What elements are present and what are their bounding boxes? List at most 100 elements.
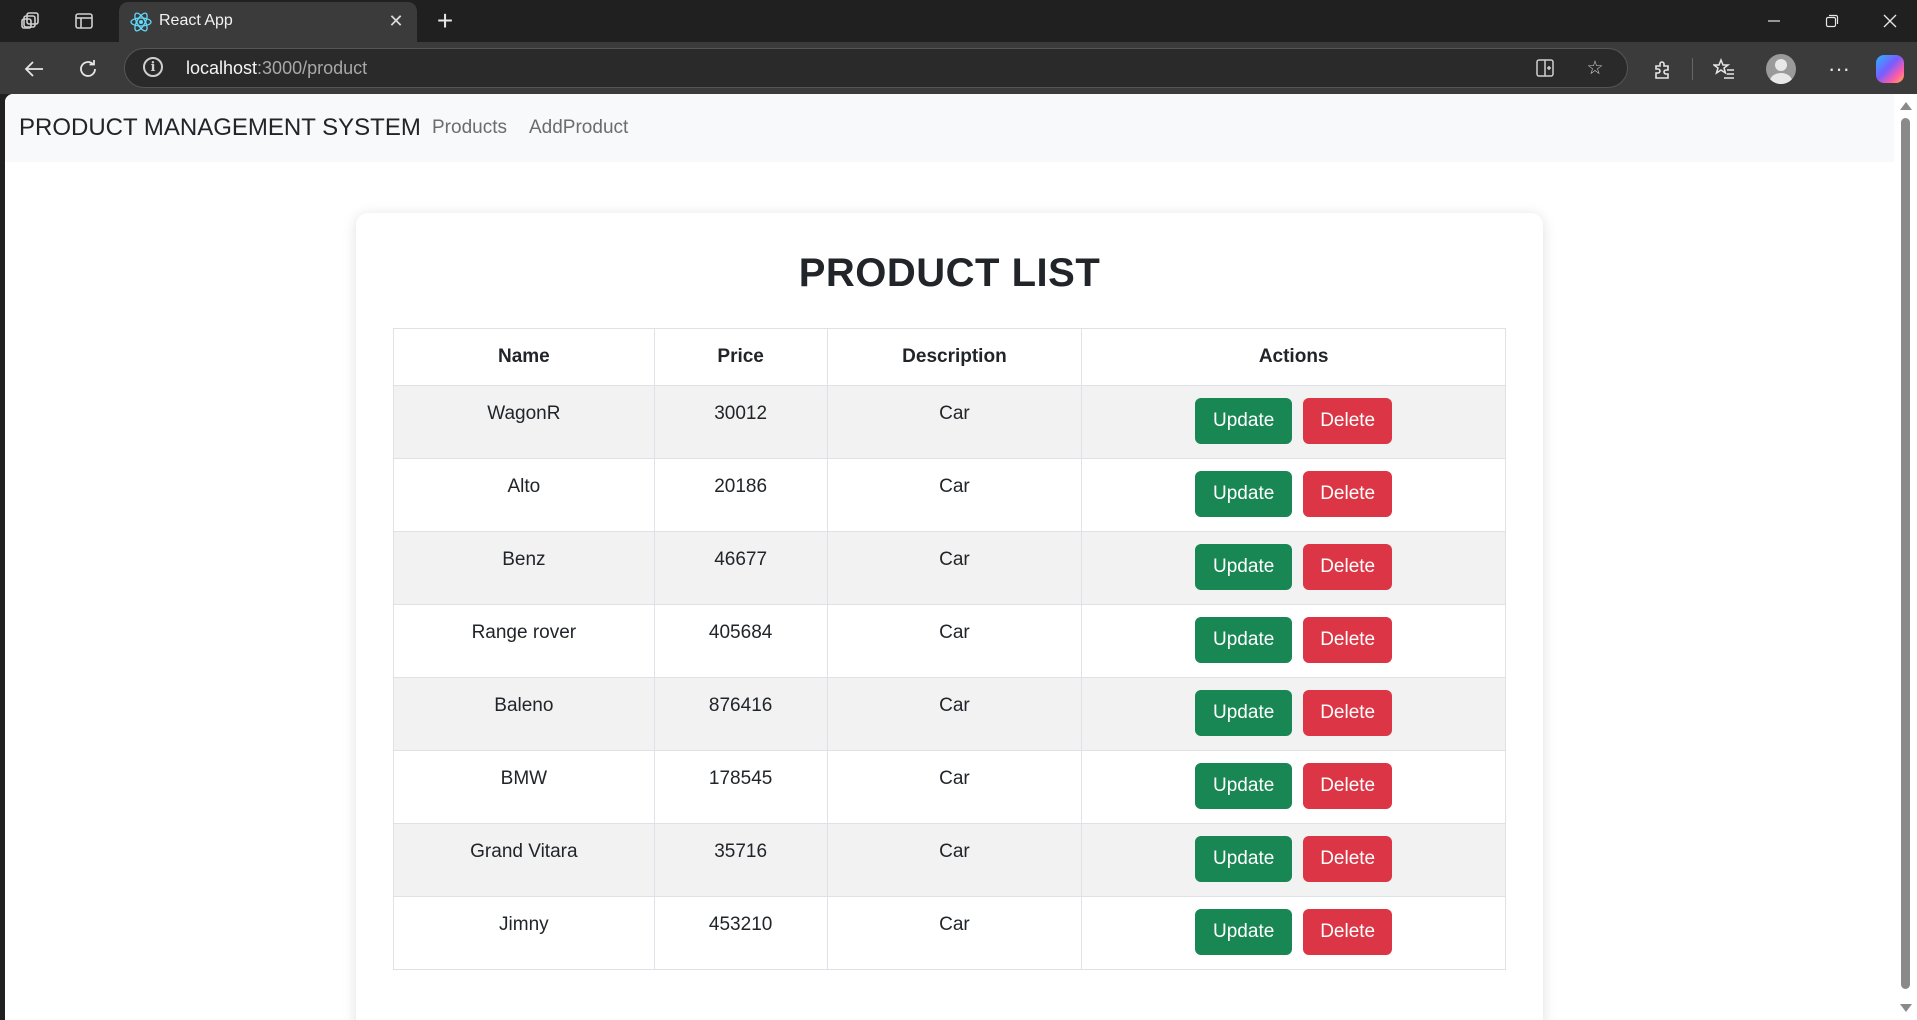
scroll-down-arrow-icon[interactable] bbox=[1900, 1004, 1912, 1012]
product-description-text: Car bbox=[939, 622, 970, 643]
split-screen-icon[interactable] bbox=[1530, 53, 1560, 83]
navbar-brand[interactable]: PRODUCT MANAGEMENT SYSTEM bbox=[19, 114, 421, 142]
product-price-text: 453210 bbox=[708, 914, 773, 935]
product-name-cell: Jimny bbox=[393, 896, 655, 970]
profile-icon[interactable] bbox=[1766, 54, 1796, 84]
product-price-text: 20186 bbox=[714, 476, 768, 497]
product-table: Name Price Description Actions WagonR 300… bbox=[393, 328, 1506, 970]
close-tab-icon[interactable]: ✕ bbox=[383, 8, 409, 34]
product-description-cell: Car bbox=[826, 385, 1083, 459]
product-price-cell: 453210 bbox=[653, 896, 828, 970]
delete-button[interactable]: Delete bbox=[1303, 690, 1393, 736]
browser-toolbar: i localhost:3000/product ☆ ··· bbox=[0, 42, 1917, 94]
product-name-cell: WagonR bbox=[393, 385, 655, 459]
table-row: Range rover 405684 Car Update Delete bbox=[393, 604, 1506, 678]
address-url[interactable]: localhost:3000/product bbox=[186, 58, 367, 79]
new-tab-icon[interactable]: + bbox=[428, 4, 462, 38]
delete-button[interactable]: Delete bbox=[1303, 471, 1393, 517]
restore-icon[interactable] bbox=[1804, 0, 1860, 42]
product-price-text: 405684 bbox=[708, 622, 773, 643]
vertical-scrollbar[interactable] bbox=[1894, 94, 1917, 1020]
product-price-text: 35716 bbox=[714, 841, 768, 862]
nav-link-products[interactable]: Products bbox=[432, 117, 507, 139]
product-description-cell: Car bbox=[826, 896, 1083, 970]
refresh-icon[interactable] bbox=[70, 51, 106, 87]
product-name-cell: Range rover bbox=[393, 604, 655, 678]
nav-link-add-product[interactable]: AddProduct bbox=[529, 117, 628, 139]
product-description-text: Car bbox=[939, 914, 970, 935]
browser-tab-bar: React App ✕ + bbox=[0, 0, 1917, 42]
product-description-cell: Car bbox=[826, 677, 1083, 751]
product-price-cell: 405684 bbox=[653, 604, 828, 678]
product-price-cell: 35716 bbox=[653, 823, 828, 897]
column-header-name: Name bbox=[393, 328, 655, 386]
table-row: Jimny 453210 Car Update Delete bbox=[393, 896, 1506, 970]
product-name-text: Benz bbox=[502, 549, 546, 570]
product-name-text: BMW bbox=[500, 768, 548, 789]
vertical-tabs-icon[interactable] bbox=[67, 4, 101, 38]
table-row: BMW 178545 Car Update Delete bbox=[393, 750, 1506, 824]
page-title: PRODUCT LIST bbox=[798, 251, 1101, 295]
product-description-text: Car bbox=[939, 695, 970, 716]
delete-button[interactable]: Delete bbox=[1303, 617, 1393, 663]
row-actions: Update Delete bbox=[1082, 386, 1505, 444]
react-icon bbox=[130, 12, 152, 32]
column-header-description: Description bbox=[826, 328, 1083, 386]
product-actions-cell: Update Delete bbox=[1081, 896, 1506, 970]
update-button[interactable]: Update bbox=[1195, 398, 1293, 444]
update-button[interactable]: Update bbox=[1195, 909, 1293, 955]
row-actions: Update Delete bbox=[1082, 897, 1505, 955]
update-button[interactable]: Update bbox=[1195, 690, 1293, 736]
update-button[interactable]: Update bbox=[1195, 617, 1293, 663]
close-window-icon[interactable] bbox=[1862, 0, 1917, 42]
favorites-icon[interactable] bbox=[1706, 51, 1742, 87]
product-actions-cell: Update Delete bbox=[1081, 531, 1506, 605]
delete-button[interactable]: Delete bbox=[1303, 398, 1393, 444]
row-actions: Update Delete bbox=[1082, 605, 1505, 663]
tab-title: React App bbox=[159, 12, 233, 29]
product-price-cell: 30012 bbox=[653, 385, 828, 459]
delete-button[interactable]: Delete bbox=[1303, 544, 1393, 590]
table-row: Grand Vitara 35716 Car Update Delete bbox=[393, 823, 1506, 897]
row-actions: Update Delete bbox=[1082, 459, 1505, 517]
table-row: Alto 20186 Car Update Delete bbox=[393, 458, 1506, 532]
update-button[interactable]: Update bbox=[1195, 763, 1293, 809]
product-name-cell: BMW bbox=[393, 750, 655, 824]
active-tab[interactable]: React App ✕ bbox=[119, 2, 417, 42]
scroll-up-arrow-icon[interactable] bbox=[1900, 102, 1912, 110]
product-price-text: 46677 bbox=[714, 549, 768, 570]
row-actions: Update Delete bbox=[1082, 678, 1505, 736]
info-icon[interactable]: i bbox=[143, 57, 163, 77]
page-viewport: PRODUCT MANAGEMENT SYSTEM Products AddPr… bbox=[5, 94, 1894, 1020]
copilot-icon[interactable] bbox=[1876, 55, 1904, 83]
row-actions: Update Delete bbox=[1082, 751, 1505, 809]
toolbar-separator bbox=[1692, 58, 1693, 80]
puzzle-icon[interactable] bbox=[1645, 51, 1681, 87]
star-icon[interactable]: ☆ bbox=[1580, 53, 1610, 83]
product-name-text: Jimny bbox=[499, 914, 549, 935]
scrollbar-thumb[interactable] bbox=[1901, 118, 1910, 989]
update-button[interactable]: Update bbox=[1195, 836, 1293, 882]
product-description-cell: Car bbox=[826, 823, 1083, 897]
product-actions-cell: Update Delete bbox=[1081, 604, 1506, 678]
minimize-icon[interactable] bbox=[1746, 0, 1802, 42]
ellipsis-icon[interactable]: ··· bbox=[1821, 51, 1857, 87]
workspaces-icon[interactable] bbox=[14, 4, 48, 38]
delete-button[interactable]: Delete bbox=[1303, 909, 1393, 955]
product-actions-cell: Update Delete bbox=[1081, 823, 1506, 897]
product-price-text: 178545 bbox=[708, 768, 773, 789]
update-button[interactable]: Update bbox=[1195, 471, 1293, 517]
delete-button[interactable]: Delete bbox=[1303, 763, 1393, 809]
table-row: WagonR 30012 Car Update Delete bbox=[393, 385, 1506, 459]
product-description-cell: Car bbox=[826, 458, 1083, 532]
address-bar[interactable]: i localhost:3000/product ☆ bbox=[124, 48, 1628, 88]
back-arrow-icon[interactable] bbox=[16, 51, 52, 87]
product-description-cell: Car bbox=[826, 750, 1083, 824]
row-actions: Update Delete bbox=[1082, 824, 1505, 882]
product-price-cell: 178545 bbox=[653, 750, 828, 824]
delete-button[interactable]: Delete bbox=[1303, 836, 1393, 882]
row-actions: Update Delete bbox=[1082, 532, 1505, 590]
update-button[interactable]: Update bbox=[1195, 544, 1293, 590]
product-name-cell: Benz bbox=[393, 531, 655, 605]
product-description-cell: Car bbox=[826, 531, 1083, 605]
